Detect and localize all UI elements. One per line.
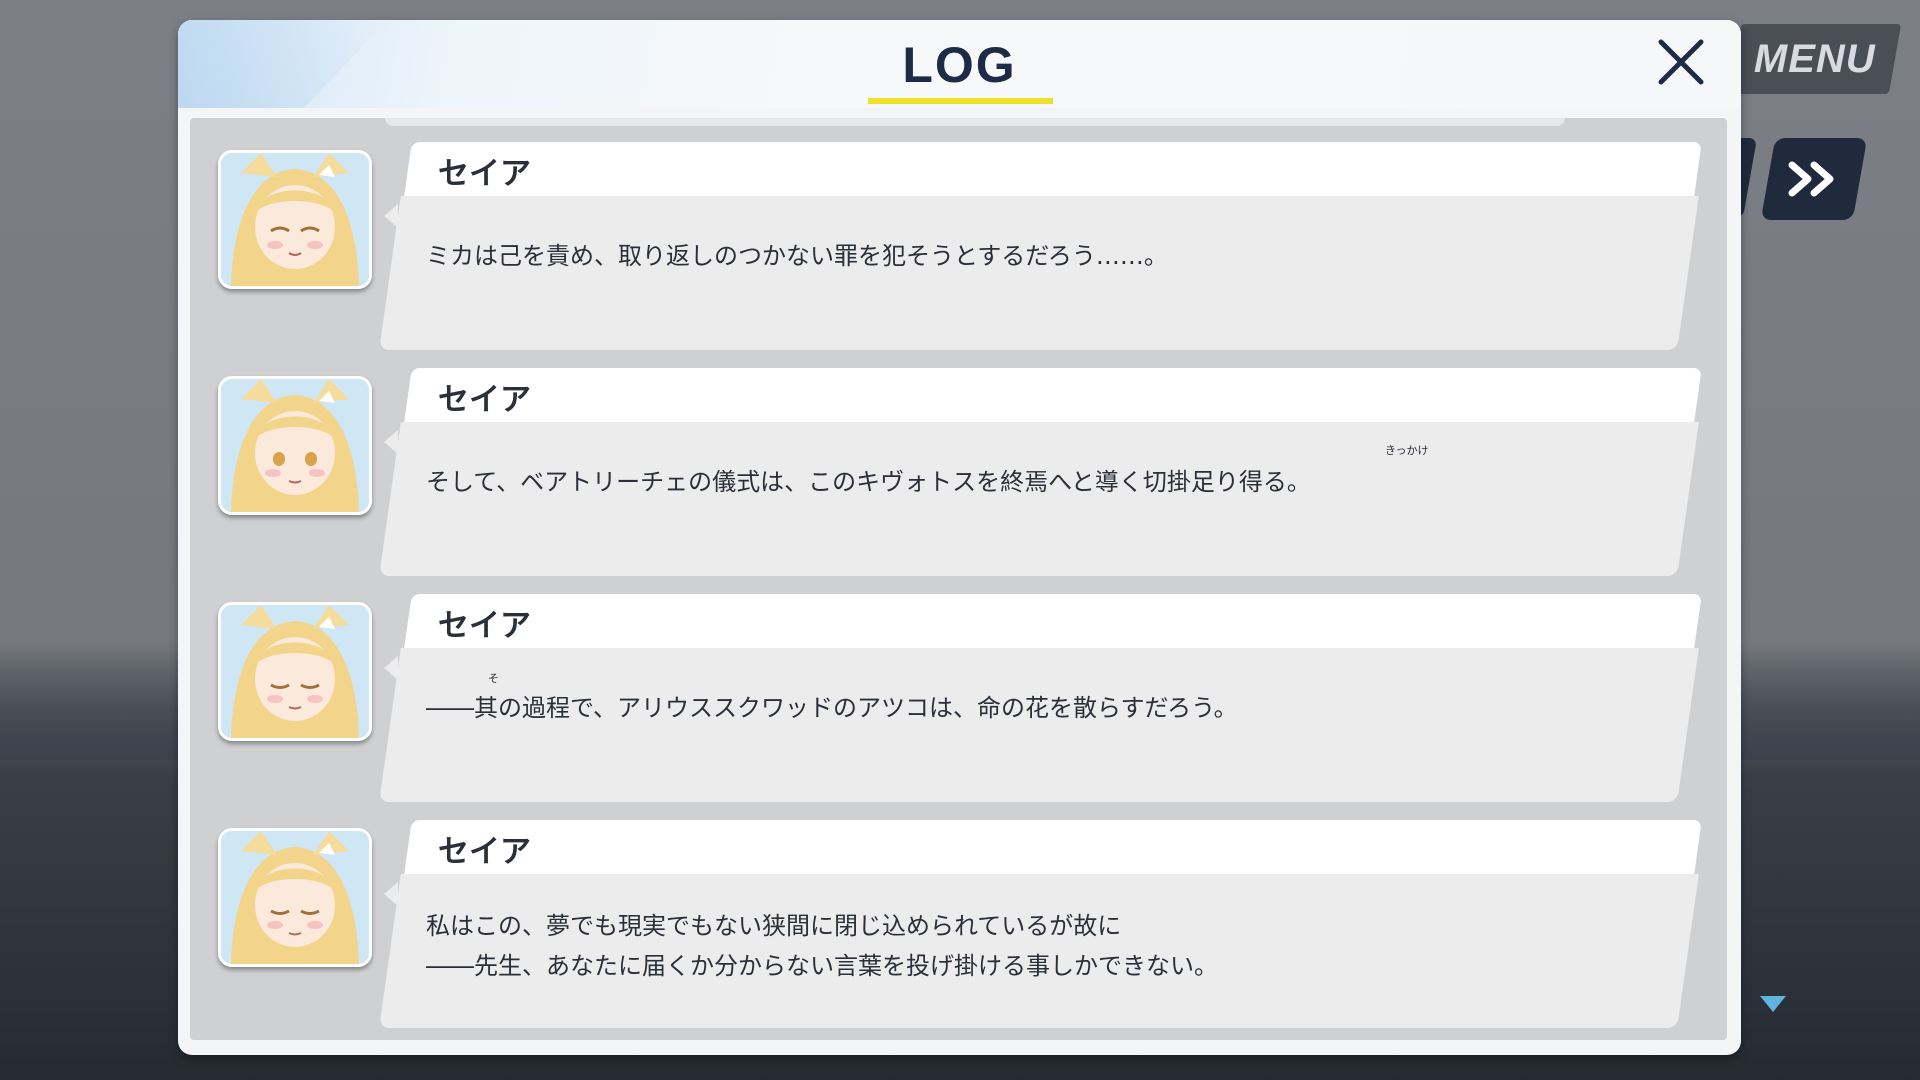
speaker-name: セイア xyxy=(438,382,531,418)
menu-button[interactable]: MENU xyxy=(1728,24,1902,94)
log-header: LOG xyxy=(178,20,1741,108)
chevron-down-icon[interactable] xyxy=(1758,994,1788,1014)
avatar xyxy=(218,376,372,515)
speaker-bar xyxy=(404,820,1702,874)
dialogue-line: ミカは己を責め、取り返しのつかない罪を犯そうとするだろう……。 xyxy=(426,242,1168,270)
speaker-bar xyxy=(404,368,1702,422)
avatar xyxy=(218,828,372,967)
speaker-bar xyxy=(404,142,1702,196)
dialogue-box xyxy=(379,648,1699,802)
fast-forward-icon xyxy=(1788,161,1834,197)
dialogue-box xyxy=(379,196,1699,350)
log-entry: セイア 私はこの、夢でも現実でもない狭間に閉じ込められているが故に ――先生、あ… xyxy=(190,820,1727,1030)
previous-entry-edge xyxy=(385,118,1565,126)
avatar xyxy=(218,150,372,289)
log-title: LOG xyxy=(902,37,1017,93)
log-list[interactable]: セイア ミカは己を責め、取り返しのつかない罪を犯そうとするだろう……。 セイア … xyxy=(190,118,1727,1040)
avatar xyxy=(218,602,372,741)
dialogue-line: 私はこの、夢でも現実でもない狭間に閉じ込められているが故に xyxy=(426,912,1122,940)
log-window: LOG セイア ミカは己を責め、取り返しのつかない罪を犯そうとするだろう……。 … xyxy=(178,20,1741,1055)
character-portrait xyxy=(221,605,369,738)
ruby-text: そ xyxy=(488,672,499,685)
speaker-bar xyxy=(404,594,1702,648)
speaker-name: セイア xyxy=(438,834,531,870)
log-entry: セイア そ ――其の過程で、アリウススクワッドのアツコは、命の花を散らすだろう。 xyxy=(190,594,1727,804)
ruby-text: きっかけ xyxy=(1385,444,1429,457)
dialogue-line: ――其の過程で、アリウススクワッドのアツコは、命の花を散らすだろう。 xyxy=(426,694,1238,722)
dialogue-box xyxy=(379,422,1699,576)
dialogue-line: そして、ベアトリーチェの儀式は、このキヴォトスを終焉へと導く切掛足り得る。 xyxy=(426,468,1311,496)
menu-label: MENU xyxy=(1754,36,1876,81)
character-portrait xyxy=(221,153,369,286)
speaker-name: セイア xyxy=(438,608,531,644)
speaker-name: セイア xyxy=(438,156,531,192)
close-icon[interactable] xyxy=(1653,34,1709,90)
fast-forward-button[interactable] xyxy=(1760,138,1868,220)
title-underline xyxy=(868,98,1053,104)
log-entry: セイア ミカは己を責め、取り返しのつかない罪を犯そうとするだろう……。 xyxy=(190,142,1727,352)
character-portrait xyxy=(221,831,369,964)
character-portrait xyxy=(221,379,369,512)
log-entry: セイア きっかけ そして、ベアトリーチェの儀式は、このキヴォトスを終焉へと導く切… xyxy=(190,368,1727,578)
dialogue-line: ――先生、あなたに届くか分からない言葉を投げ掛ける事しかできない。 xyxy=(426,952,1218,980)
